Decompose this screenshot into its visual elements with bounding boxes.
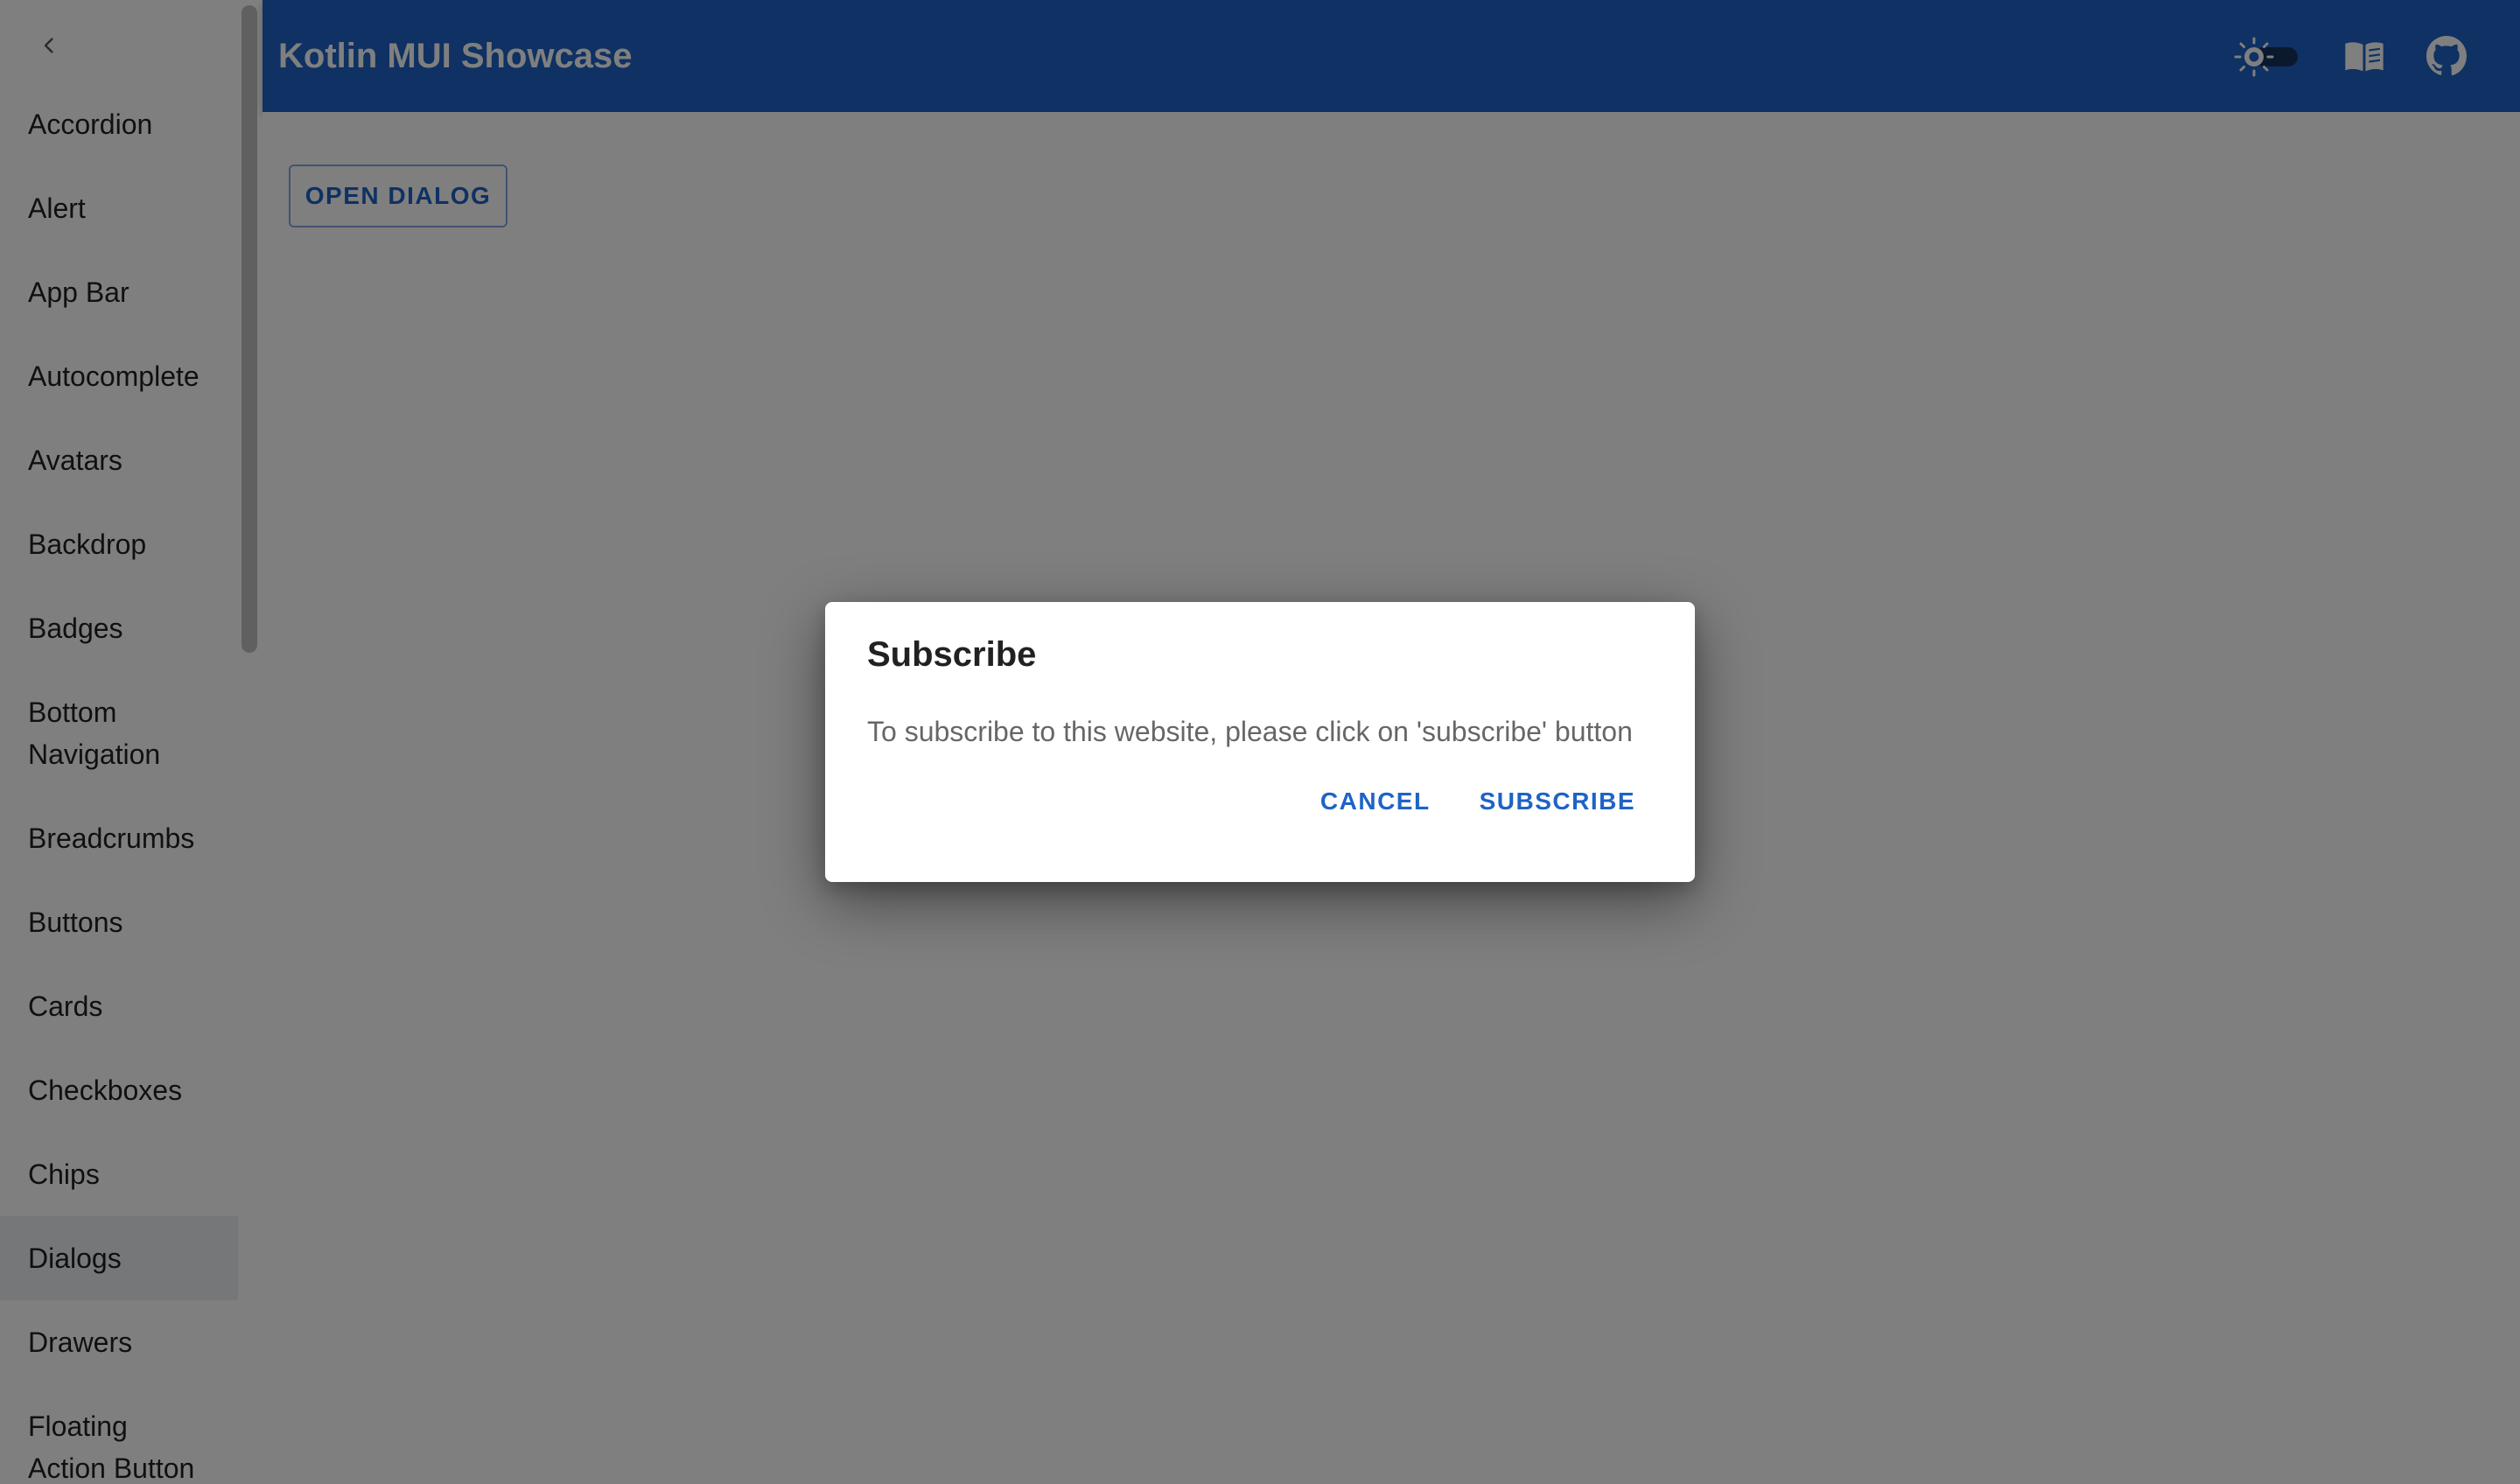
dialog-title: Subscribe [867, 635, 1037, 674]
dialog-actions: CANCEL SUBSCRIBE [1313, 777, 1642, 826]
cancel-button[interactable]: CANCEL [1313, 777, 1438, 826]
dialog-content-text: To subscribe to this website, please cli… [867, 716, 1633, 747]
subscribe-button[interactable]: SUBSCRIBE [1473, 777, 1642, 826]
subscribe-dialog: Subscribe To subscribe to this website, … [825, 602, 1695, 882]
